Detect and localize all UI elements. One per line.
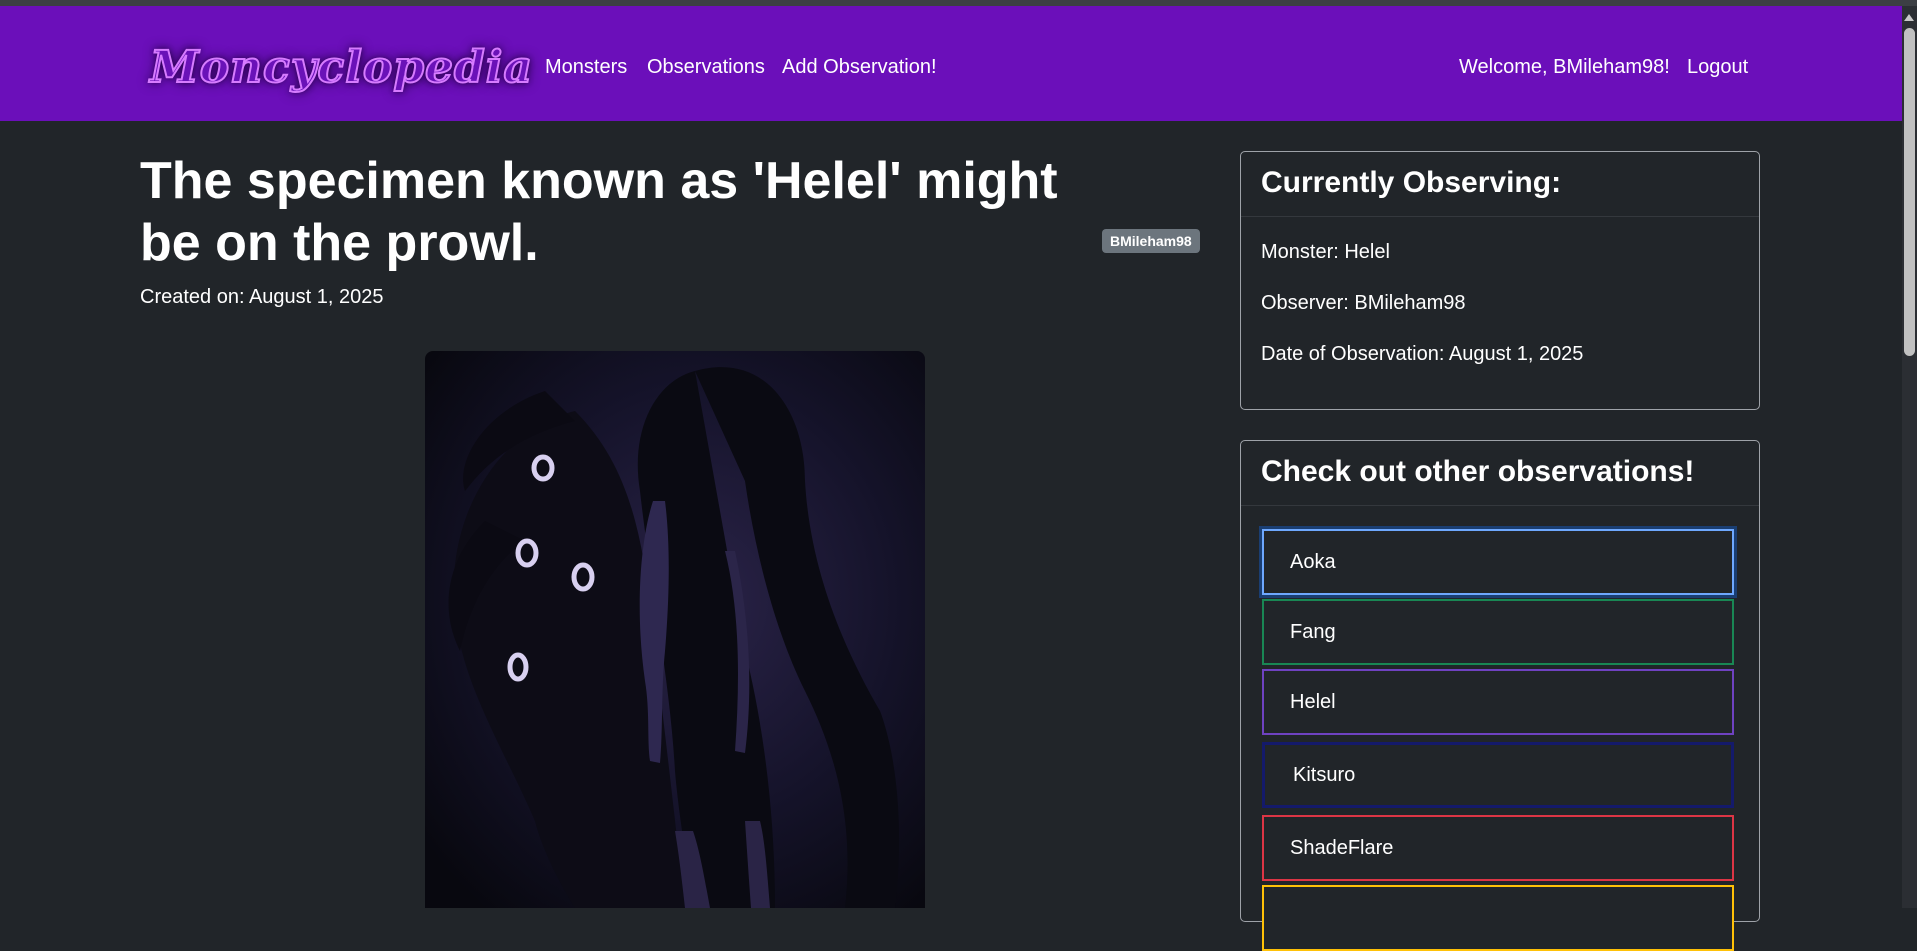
observation-link-shadeflare[interactable]: ShadeFlare (1262, 815, 1734, 881)
observing-monster: Monster: Helel (1261, 241, 1390, 263)
nav-add-observation[interactable]: Add Observation! (782, 56, 937, 79)
observation-link-aoka[interactable]: Aoka (1262, 529, 1734, 595)
currently-observing-header: Currently Observing: (1241, 152, 1759, 217)
monster-illustration (425, 351, 925, 908)
nav-logout[interactable]: Logout (1687, 56, 1748, 79)
page-title: The specimen known as 'Helel' might be o… (140, 152, 1058, 272)
observing-date: Date of Observation: August 1, 2025 (1261, 343, 1584, 365)
other-observations-header: Check out other observations! (1241, 441, 1759, 506)
scrollbar-thumb[interactable] (1904, 28, 1915, 356)
brand-logo[interactable]: Moncyclopedia (149, 34, 533, 100)
created-date: Created on: August 1, 2025 (140, 286, 384, 308)
observation-link-fang[interactable]: Fang (1262, 599, 1734, 665)
other-observations-card: Check out other observations! Aoka Fang … (1240, 440, 1760, 951)
page-scrollbar[interactable] (1902, 6, 1917, 908)
scroll-up-arrow-icon[interactable] (1904, 14, 1914, 21)
author-badge: BMileham98 (1102, 229, 1200, 253)
nav-welcome-user[interactable]: Welcome, BMileham98! (1459, 56, 1670, 79)
nav-monsters[interactable]: Monsters (545, 56, 627, 79)
observing-observer: Observer: BMileham98 (1261, 292, 1466, 314)
monster-image (425, 351, 925, 908)
observation-link-helel[interactable]: Helel (1262, 669, 1734, 735)
observation-link-next[interactable] (1262, 885, 1734, 951)
navbar: Moncyclopedia Monsters Observations Add … (0, 6, 1902, 121)
currently-observing-card: Currently Observing: Monster: Helel Obse… (1240, 151, 1760, 410)
observation-link-kitsuro[interactable]: Kitsuro (1262, 742, 1734, 808)
nav-observations[interactable]: Observations (647, 56, 765, 79)
logo-text: Moncyclopedia (149, 41, 534, 94)
